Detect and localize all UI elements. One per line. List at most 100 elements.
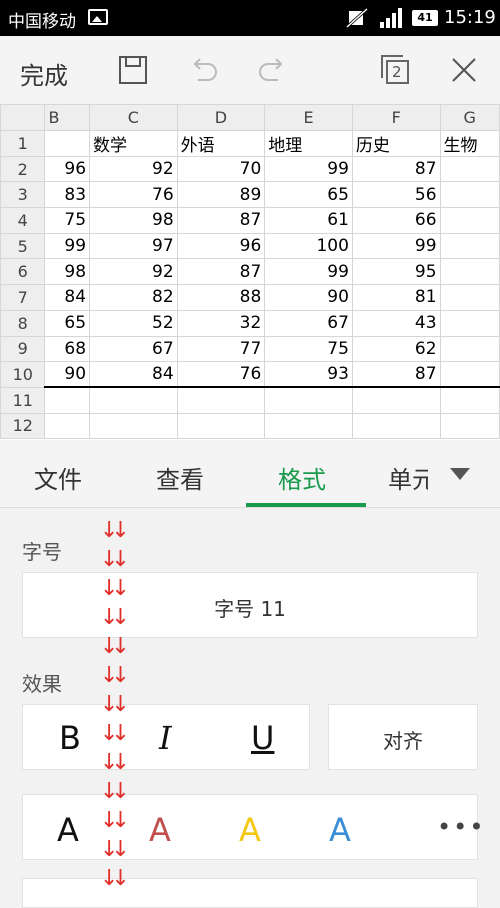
font-color-red-button[interactable]: A <box>149 811 171 849</box>
cell[interactable]: 外语 <box>176 129 266 157</box>
cell[interactable]: 81 <box>351 284 441 311</box>
cell[interactable]: 99 <box>264 258 353 286</box>
cell[interactable] <box>439 207 500 234</box>
spreadsheet-grid[interactable]: B C D E F G 1 数学 外语 地理 历史 生物 2 96 92 70 99 87 3 83 76 8… <box>0 104 500 440</box>
cell[interactable] <box>44 386 91 414</box>
cell[interactable]: 97 <box>89 232 178 260</box>
row-header[interactable]: 9 <box>0 335 46 363</box>
cell[interactable] <box>264 386 353 414</box>
cell[interactable]: 70 <box>176 155 266 183</box>
cell[interactable]: 82 <box>89 284 178 311</box>
cell[interactable]: 66 <box>351 207 441 234</box>
cell[interactable]: 92 <box>89 155 178 183</box>
save-icon[interactable] <box>117 54 149 86</box>
cell[interactable]: 77 <box>176 335 266 363</box>
cell[interactable] <box>176 386 266 414</box>
cell[interactable]: 76 <box>176 361 266 389</box>
cell[interactable]: 65 <box>44 309 91 337</box>
italic-button[interactable]: I <box>159 719 172 757</box>
bold-button[interactable]: B <box>59 719 81 757</box>
corner-cell[interactable] <box>0 104 46 131</box>
cell[interactable]: 75 <box>44 207 91 234</box>
cell[interactable]: 90 <box>44 361 91 389</box>
cell[interactable] <box>439 284 500 311</box>
tab-view[interactable]: 查看 <box>156 460 204 495</box>
undo-icon[interactable] <box>188 54 220 86</box>
cell[interactable]: 68 <box>44 335 91 363</box>
tab-format[interactable]: 格式 <box>278 460 326 495</box>
cell[interactable]: 43 <box>351 309 441 337</box>
row-header[interactable]: 12 <box>0 412 46 440</box>
cell-table[interactable]: B C D E F G 1 数学 外语 地理 历史 生物 2 96 92 70 99 87 3 83 76 8… <box>0 104 500 440</box>
cell[interactable]: 67 <box>264 309 353 337</box>
window-switch-icon[interactable]: 2 <box>379 54 411 86</box>
row-header[interactable]: 8 <box>0 309 46 337</box>
cell[interactable]: 地理 <box>264 129 353 157</box>
cell[interactable]: 87 <box>176 207 266 234</box>
cell[interactable] <box>176 412 266 440</box>
cell[interactable]: 98 <box>89 207 178 234</box>
cell[interactable] <box>351 412 441 440</box>
cell[interactable]: 87 <box>351 361 441 389</box>
cell[interactable]: 99 <box>264 155 353 183</box>
row-header[interactable]: 3 <box>0 181 46 209</box>
cell[interactable]: 76 <box>89 181 178 209</box>
cell[interactable]: 100 <box>264 232 353 260</box>
row-header[interactable]: 6 <box>0 258 46 286</box>
font-color-black-button[interactable]: A <box>57 811 79 849</box>
cell[interactable]: 99 <box>351 232 441 260</box>
cell[interactable]: 83 <box>44 181 91 209</box>
cell[interactable]: 数学 <box>89 129 178 157</box>
cell[interactable] <box>44 129 91 157</box>
cell[interactable] <box>89 386 178 414</box>
cell[interactable]: 95 <box>351 258 441 286</box>
cell[interactable]: 历史 <box>351 129 441 157</box>
cell[interactable]: 87 <box>176 258 266 286</box>
cell[interactable]: 32 <box>176 309 266 337</box>
column-header[interactable]: C <box>89 104 178 131</box>
tab-cell[interactable]: 单元 <box>388 460 428 495</box>
cell[interactable] <box>264 412 353 440</box>
font-size-selector[interactable]: 字号 11 <box>22 572 478 638</box>
cell[interactable]: 52 <box>89 309 178 337</box>
expand-tabs-icon[interactable] <box>450 468 470 480</box>
cell[interactable]: 99 <box>44 232 91 260</box>
more-colors-button[interactable]: ••• <box>437 813 485 841</box>
cell[interactable]: 67 <box>89 335 178 363</box>
font-color-yellow-button[interactable]: A <box>239 811 261 849</box>
column-header[interactable]: G <box>439 104 500 131</box>
cell[interactable] <box>439 412 500 440</box>
row-header[interactable]: 7 <box>0 284 46 311</box>
cell[interactable]: 84 <box>89 361 178 389</box>
cell[interactable] <box>351 386 441 414</box>
cell[interactable] <box>439 386 500 414</box>
cell[interactable]: 84 <box>44 284 91 311</box>
column-header[interactable]: E <box>264 104 353 131</box>
row-header[interactable]: 5 <box>0 232 46 260</box>
cell[interactable] <box>439 361 500 389</box>
cell[interactable]: 88 <box>176 284 266 311</box>
tab-file[interactable]: 文件 <box>34 460 82 495</box>
cell[interactable]: 61 <box>264 207 353 234</box>
row-header[interactable]: 11 <box>0 386 46 414</box>
row-header[interactable]: 10 <box>0 361 46 388</box>
close-icon[interactable] <box>448 54 480 86</box>
row-header[interactable]: 4 <box>0 207 46 234</box>
cell[interactable]: 75 <box>264 335 353 363</box>
cell[interactable]: 90 <box>264 284 353 311</box>
align-button[interactable]: 对齐 <box>328 704 478 770</box>
cell[interactable] <box>439 181 500 209</box>
cell[interactable]: 89 <box>176 181 266 209</box>
cell[interactable]: 65 <box>264 181 353 209</box>
redo-icon[interactable] <box>256 54 288 86</box>
cell[interactable]: 62 <box>351 335 441 363</box>
cell[interactable] <box>89 412 178 440</box>
cell[interactable]: 87 <box>351 155 441 183</box>
cell[interactable] <box>439 335 500 363</box>
column-header[interactable]: F <box>351 104 441 131</box>
row-header[interactable]: 2 <box>0 155 46 183</box>
cell[interactable]: 96 <box>176 232 266 260</box>
row-header[interactable]: 1 <box>0 129 46 157</box>
cell[interactable]: 生物 <box>439 129 500 157</box>
underline-button[interactable]: U <box>251 719 274 757</box>
